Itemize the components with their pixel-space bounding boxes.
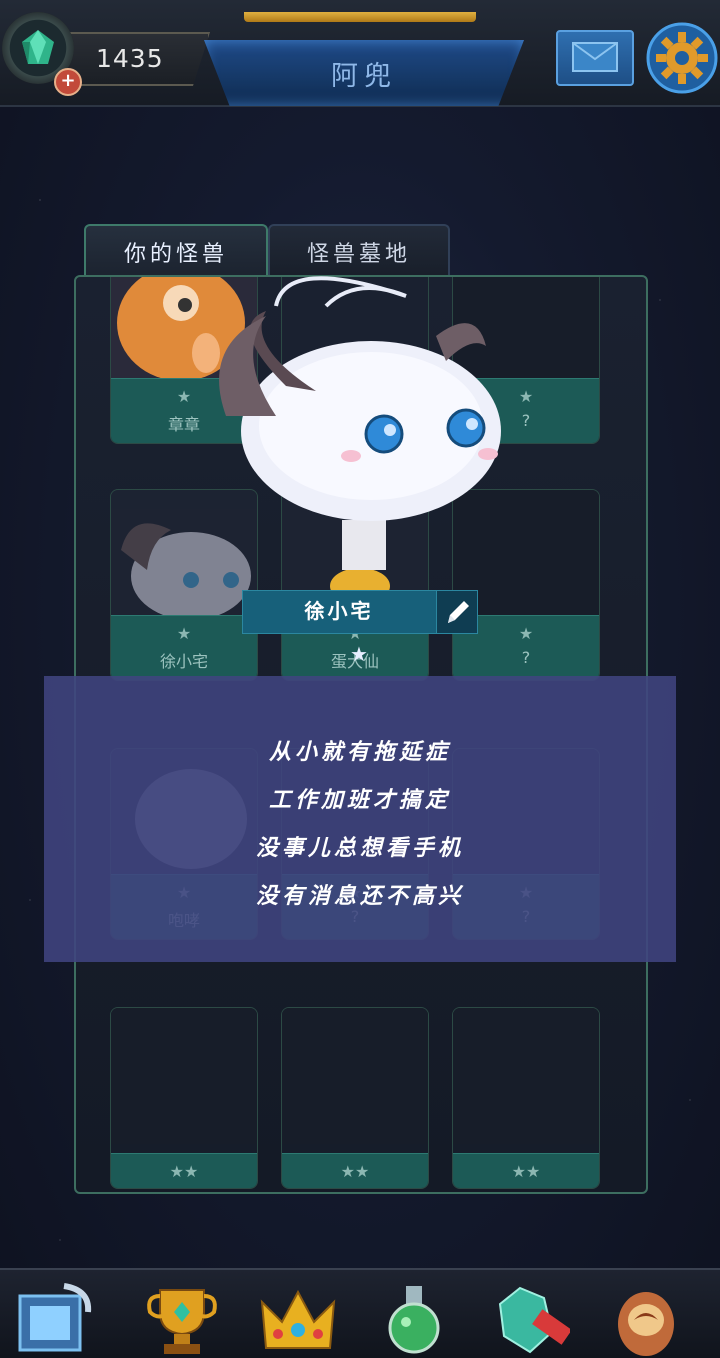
selected-monster-name: 徐小宅 xyxy=(304,599,374,623)
potion-icon[interactable] xyxy=(374,1282,454,1356)
card-stars: ★★ xyxy=(511,1162,541,1181)
monster-collection-icon[interactable] xyxy=(14,1282,94,1356)
monster-silhouette xyxy=(111,1008,257,1144)
gem-icon xyxy=(22,30,54,64)
currency-value: 1435 xyxy=(96,44,164,73)
selected-monster-art xyxy=(219,276,501,521)
monster-card[interactable]: ★★ xyxy=(110,1007,258,1189)
add-currency-button[interactable]: + xyxy=(54,68,82,96)
monster-card[interactable]: ★★ xyxy=(452,1007,600,1189)
card-stars: ★ xyxy=(176,624,192,643)
egg-icon[interactable] xyxy=(606,1282,686,1356)
card-stars: ★★ xyxy=(340,1162,370,1181)
edit-name-button[interactable] xyxy=(436,590,478,634)
monster-description-box xyxy=(44,676,676,962)
page-title: 阿兜 xyxy=(331,61,397,92)
pencil-icon xyxy=(448,601,469,623)
mail-icon xyxy=(572,42,618,72)
monster-silhouette xyxy=(453,1008,599,1144)
monster-card[interactable]: ★★ xyxy=(281,1007,429,1189)
description-line: 从小就有拖延症 xyxy=(268,739,451,765)
trophy-icon[interactable] xyxy=(142,1282,222,1356)
card-name: 徐小宅 xyxy=(159,652,208,671)
title-ornament xyxy=(244,12,476,22)
card-name: ? xyxy=(521,648,531,667)
mail-button[interactable] xyxy=(556,30,634,86)
description-line: 没有消息还不高兴 xyxy=(255,883,464,909)
settings-gear-icon[interactable] xyxy=(646,22,718,94)
card-stars: ★★ xyxy=(169,1162,199,1181)
monster-silhouette xyxy=(282,1008,428,1144)
crystal-sale-icon[interactable] xyxy=(490,1282,570,1356)
description-line: 工作加班才搞定 xyxy=(268,787,451,813)
selected-monster-stars: ★ xyxy=(350,642,368,666)
crown-icon[interactable] xyxy=(258,1282,338,1356)
description-line: 没事儿总想看手机 xyxy=(255,835,464,861)
